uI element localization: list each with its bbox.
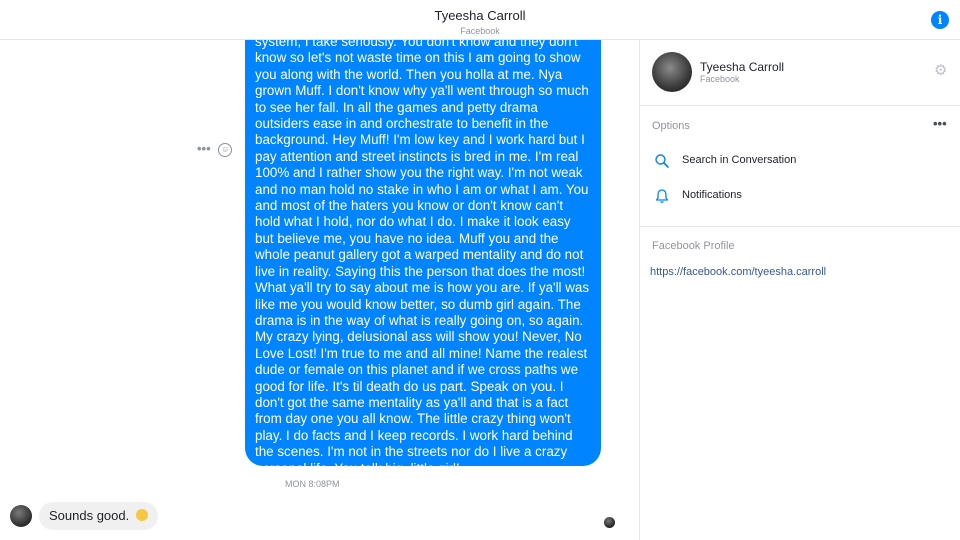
options-more-icon[interactable]: ••• bbox=[933, 116, 947, 131]
facebook-profile-link[interactable]: https://facebook.com/tyeesha.carroll bbox=[650, 266, 826, 278]
reaction-icon[interactable]: ☺ bbox=[218, 142, 233, 157]
conversation-panel: ••• ☺ system, I take seriously. You don'… bbox=[0, 40, 639, 540]
contact-avatar[interactable] bbox=[10, 505, 32, 527]
message-actions: ••• ☺ bbox=[197, 141, 233, 157]
message-timestamp: MON 8:08PM bbox=[285, 479, 340, 489]
incoming-message-bubble[interactable]: Sounds good. bbox=[39, 502, 158, 530]
search-in-conversation-option[interactable]: Search in Conversation bbox=[640, 150, 960, 174]
contact-name[interactable]: Tyeesha Carroll bbox=[700, 60, 784, 74]
bell-icon bbox=[655, 189, 669, 203]
conversation-details-sidebar: Tyeesha Carroll Facebook ⚙ Options ••• S… bbox=[639, 40, 960, 540]
outgoing-message-bubble[interactable]: system, I take seriously. You don't know… bbox=[245, 40, 601, 466]
notifications-label: Notifications bbox=[682, 189, 742, 201]
contact-profile: Tyeesha Carroll Facebook ⚙ bbox=[640, 40, 960, 106]
notifications-option[interactable]: Notifications bbox=[640, 185, 960, 209]
contact-profile-avatar[interactable] bbox=[652, 52, 692, 92]
contact-source: Facebook bbox=[700, 74, 740, 84]
options-header: Options bbox=[652, 120, 690, 132]
conversation-header: Tyeesha Carroll Facebook i bbox=[0, 0, 960, 40]
conversation-subtitle: Facebook bbox=[460, 26, 500, 36]
smile-emoji-icon bbox=[135, 509, 148, 521]
reply-text: Sounds good. bbox=[49, 508, 130, 523]
sidebar-divider bbox=[640, 226, 960, 227]
message-text: system, I take seriously. You don't know… bbox=[255, 40, 590, 466]
seen-avatar-icon bbox=[604, 517, 615, 528]
more-actions-icon[interactable]: ••• bbox=[197, 141, 211, 156]
conversation-title: Tyeesha Carroll bbox=[434, 8, 526, 23]
facebook-profile-header: Facebook Profile bbox=[652, 240, 735, 252]
gear-icon[interactable]: ⚙ bbox=[934, 63, 947, 79]
info-icon[interactable]: i bbox=[931, 11, 949, 29]
search-in-conversation-label: Search in Conversation bbox=[682, 154, 797, 166]
search-icon bbox=[655, 154, 669, 168]
